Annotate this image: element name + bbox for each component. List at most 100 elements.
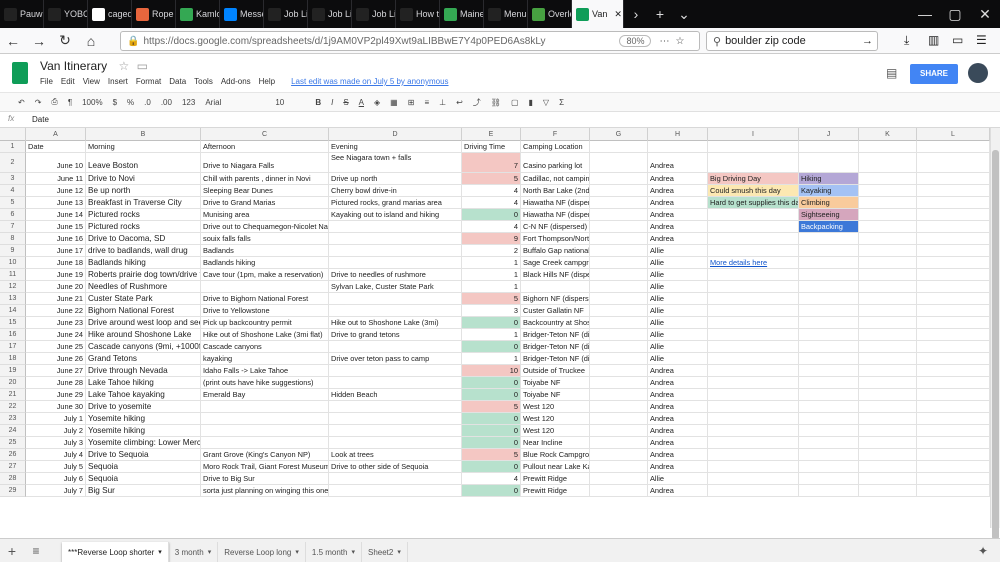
cell-b-row[interactable]: drive to badlands, wall drug xyxy=(86,245,201,257)
row-header[interactable]: 20 xyxy=(0,377,26,389)
cell-j-row[interactable]: Sightseeing xyxy=(799,209,859,221)
cell-f-row[interactable]: Prewitt Ridge xyxy=(521,485,590,497)
cell-a-row[interactable]: June 19 xyxy=(26,269,86,281)
cell-empty[interactable] xyxy=(859,437,917,449)
cell-c-row[interactable]: Drive to Grand Marias xyxy=(201,197,329,209)
merge-icon[interactable]: ⊞ xyxy=(408,98,415,107)
chevron-down-icon[interactable]: ▾ xyxy=(351,548,355,556)
cell-empty[interactable] xyxy=(859,353,917,365)
cell-d-row[interactable]: Hidden Beach xyxy=(329,389,462,401)
cell-f-row[interactable]: Hiawatha NF (dispersed, pull off on any … xyxy=(521,197,590,209)
cell-d-row[interactable]: Evening xyxy=(329,141,462,153)
cell-empty[interactable] xyxy=(859,377,917,389)
cell-e-row[interactable]: 0 xyxy=(462,389,521,401)
menu-item-format[interactable]: Format xyxy=(136,77,161,86)
browser-tab[interactable]: Job Li xyxy=(264,0,308,28)
minimize-icon[interactable]: — xyxy=(910,0,940,28)
cell-h-row[interactable]: Allie xyxy=(648,293,708,305)
cell-j-row[interactable] xyxy=(799,245,859,257)
cell-e-row[interactable]: 5 xyxy=(462,401,521,413)
cell-c-row[interactable]: Hike out of Shoshone Lake (3mi flat) xyxy=(201,329,329,341)
cell-e-row[interactable]: 5 xyxy=(462,293,521,305)
cell-e-row[interactable]: 1 xyxy=(462,353,521,365)
cell-g-row[interactable] xyxy=(590,413,648,425)
column-header[interactable]: K xyxy=(859,128,917,141)
row-header[interactable]: 7 xyxy=(0,221,26,233)
cell-j-row[interactable]: Hiking xyxy=(799,173,859,185)
cell-empty[interactable] xyxy=(859,461,917,473)
cell-empty[interactable] xyxy=(859,257,917,269)
cell-empty[interactable] xyxy=(917,233,990,245)
cell-b-row[interactable]: Leave Boston xyxy=(86,153,201,173)
cell-g-row[interactable] xyxy=(590,377,648,389)
cell-empty[interactable] xyxy=(917,449,990,461)
cell-a-row[interactable]: June 15 xyxy=(26,221,86,233)
cell-j-row[interactable] xyxy=(799,353,859,365)
filter-icon[interactable]: ▽ xyxy=(543,98,549,107)
cell-d-row[interactable] xyxy=(329,401,462,413)
cell-h-row[interactable]: Andrea xyxy=(648,197,708,209)
wrap-icon[interactable]: ↩ xyxy=(456,98,463,107)
cell-a-row[interactable]: July 3 xyxy=(26,437,86,449)
cell-a-row[interactable]: July 7 xyxy=(26,485,86,497)
column-header[interactable]: D xyxy=(329,128,462,141)
cell-f-row[interactable]: Bridger-Teton NF (dispersed or hatchet xyxy=(521,341,590,353)
cell-h-row[interactable]: Andrea xyxy=(648,389,708,401)
cell-b-row[interactable]: Lake Tahoe kayaking xyxy=(86,389,201,401)
cell-f-row[interactable]: Camping Location xyxy=(521,141,590,153)
cell-j-row[interactable] xyxy=(799,413,859,425)
cell-a-row[interactable]: June 21 xyxy=(26,293,86,305)
cell-d-row[interactable]: Sylvan Lake, Custer State Park xyxy=(329,281,462,293)
cell-i-row[interactable] xyxy=(708,153,799,173)
search-go-icon[interactable]: → xyxy=(862,35,873,47)
column-header[interactable]: L xyxy=(917,128,990,141)
cell-g-row[interactable] xyxy=(590,185,648,197)
cell-empty[interactable] xyxy=(917,293,990,305)
cell-g-row[interactable] xyxy=(590,485,648,497)
cell-empty[interactable] xyxy=(859,473,917,485)
cell-g-row[interactable] xyxy=(590,233,648,245)
cell-d-row[interactable] xyxy=(329,365,462,377)
cell-empty[interactable] xyxy=(917,305,990,317)
cell-g-row[interactable] xyxy=(590,401,648,413)
browser-tab[interactable]: Messe xyxy=(220,0,264,28)
row-header[interactable]: 24 xyxy=(0,425,26,437)
cell-e-row[interactable]: 0 xyxy=(462,209,521,221)
doc-title[interactable]: Van Itinerary ☆ ▭ xyxy=(40,59,148,73)
cell-g-row[interactable] xyxy=(590,269,648,281)
row-header[interactable]: 18 xyxy=(0,353,26,365)
cell-f-row[interactable]: West 120 xyxy=(521,413,590,425)
cell-i-row[interactable] xyxy=(708,437,799,449)
cell-h-row[interactable]: Allie xyxy=(648,281,708,293)
cell-b-row[interactable]: Needles of Rushmore xyxy=(86,281,201,293)
decimal-decrease-button[interactable]: .0 xyxy=(144,98,151,107)
cell-b-row[interactable]: Pictured rocks xyxy=(86,209,201,221)
cell-h-row[interactable]: Andrea xyxy=(648,173,708,185)
reload-icon[interactable]: ↻ xyxy=(52,32,78,49)
sheet-tab[interactable]: Sheet2 ▾ xyxy=(362,542,408,562)
cell-b-row[interactable]: Yosemite climbing: Lower Merced River Ca… xyxy=(86,437,201,449)
column-header[interactable]: C xyxy=(201,128,329,141)
cell-empty[interactable] xyxy=(917,209,990,221)
row-header[interactable]: 5 xyxy=(0,197,26,209)
cell-j-row[interactable]: Backpacking xyxy=(799,221,859,233)
cell-f-row[interactable]: Bridger-Teton NF (dispersed or hatchet xyxy=(521,329,590,341)
zoom-indicator[interactable]: 80% xyxy=(619,35,652,47)
cell-h-row[interactable]: Andrea xyxy=(648,221,708,233)
cell-c-row[interactable]: (print outs have hike suggestions) xyxy=(201,377,329,389)
cell-f-row[interactable]: Bighorn NF (dispersed) xyxy=(521,293,590,305)
add-sheet-icon[interactable]: + xyxy=(0,540,24,562)
cell-h-row[interactable]: Andrea xyxy=(648,485,708,497)
cell-h-row[interactable]: Andrea xyxy=(648,153,708,173)
cell-h-row[interactable]: Allie xyxy=(648,305,708,317)
browser-tab[interactable]: Job Li xyxy=(308,0,352,28)
cell-d-row[interactable]: Hike out to Shoshone Lake (3mi) xyxy=(329,317,462,329)
cell-h-row[interactable]: Andrea xyxy=(648,401,708,413)
cell-empty[interactable] xyxy=(917,401,990,413)
cell-empty[interactable] xyxy=(859,365,917,377)
sheet-tab[interactable]: Reverse Loop long ▾ xyxy=(218,542,306,562)
cell-i-row[interactable] xyxy=(708,365,799,377)
cell-f-row[interactable]: Prewitt Ridge xyxy=(521,473,590,485)
browser-tab[interactable]: Van ✕ xyxy=(572,0,624,28)
cell-i-row[interactable] xyxy=(708,425,799,437)
